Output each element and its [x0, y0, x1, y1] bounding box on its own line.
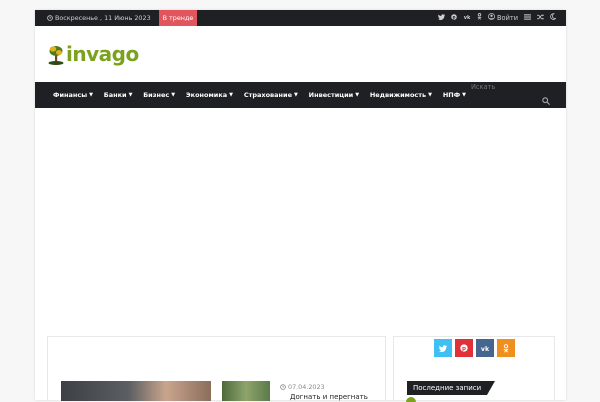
- nav-item-business[interactable]: Бизнес ▼: [138, 91, 181, 99]
- vk-icon: vk: [481, 346, 490, 352]
- top-bar: Воскресенье , 11 Июнь 2023 В тренде p vk…: [35, 10, 566, 26]
- nav-item-label: Бизнес: [143, 91, 170, 99]
- odnoklassniki-icon: [503, 343, 509, 353]
- caret-down-icon: ▼: [128, 92, 133, 98]
- nav-item-insurance[interactable]: Страхование ▼: [238, 91, 303, 99]
- caret-down-icon: ▼: [294, 92, 298, 98]
- nav-item-label: Экономика: [185, 91, 228, 99]
- trending-button[interactable]: В тренде: [158, 10, 198, 26]
- nav-item-label: Банки: [103, 91, 127, 99]
- logo-icon: [48, 46, 64, 65]
- vk-icon[interactable]: vk: [463, 10, 471, 26]
- current-date: Воскресенье , 11 Июнь 2023: [47, 14, 151, 22]
- nav-item-label: Финансы: [53, 91, 88, 99]
- page-frame: Воскресенье , 11 Июнь 2023 В тренде p vk…: [35, 10, 566, 402]
- search-box: [471, 82, 566, 108]
- site-logo[interactable]: invago: [47, 42, 139, 66]
- search-icon[interactable]: [542, 90, 552, 105]
- nav-item-finance[interactable]: Финансы ▼: [35, 91, 98, 99]
- caret-down-icon: ▼: [229, 92, 234, 98]
- nav-item-label: Инвестиции: [308, 91, 354, 99]
- nav-item-investments[interactable]: Инвестиции ▼: [303, 91, 364, 99]
- odnoklassniki-button[interactable]: [497, 339, 515, 357]
- caret-down-icon: ▼: [428, 92, 433, 98]
- svg-text:vk: vk: [464, 15, 471, 20]
- nav-item-label: НПФ: [442, 91, 461, 99]
- date-text: Воскресенье , 11 Июнь 2023: [55, 14, 151, 22]
- sidebar: p vk Последние записи: [393, 336, 555, 402]
- main-nav: Финансы ▼ Банки ▼ Бизнес ▼ Экономика ▼ Страх…: [35, 82, 566, 108]
- twitter-button[interactable]: [434, 339, 452, 357]
- login-link[interactable]: Войти: [487, 10, 518, 26]
- svg-text:vk: vk: [481, 346, 490, 352]
- site-header: invago: [35, 26, 566, 82]
- nav-item-economy[interactable]: Экономика ▼: [181, 91, 239, 99]
- caret-down-icon: ▼: [171, 92, 176, 98]
- svg-text:p: p: [462, 346, 466, 352]
- pinterest-icon[interactable]: p: [451, 10, 457, 26]
- shuffle-icon[interactable]: [537, 10, 544, 26]
- clock-icon: [47, 15, 53, 21]
- latest-posts-heading: Последние записи: [407, 381, 496, 395]
- post-date-text: 07.04.2023: [288, 383, 325, 391]
- twitter-icon: [439, 344, 447, 352]
- clock-icon: [280, 384, 286, 390]
- search-input[interactable]: [471, 82, 551, 92]
- post-thumbnail-small[interactable]: [222, 381, 270, 401]
- moon-icon[interactable]: [550, 10, 557, 26]
- svg-text:p: p: [452, 15, 455, 20]
- vk-button[interactable]: vk: [476, 339, 494, 357]
- login-label: Войти: [497, 14, 518, 22]
- post-date: 07.04.2023: [280, 383, 325, 391]
- pinterest-button[interactable]: p: [455, 339, 473, 357]
- nav-item-label: Недвижимость: [369, 91, 427, 99]
- user-icon: [487, 13, 495, 20]
- odnoklassniki-icon[interactable]: [477, 10, 482, 26]
- nav-item-banks[interactable]: Банки ▼: [98, 91, 137, 99]
- caret-down-icon: ▼: [355, 92, 360, 98]
- main-content-box: 07.04.2023 Догнать и перегнать: [47, 336, 386, 401]
- menu-icon[interactable]: [524, 10, 531, 26]
- twitter-icon[interactable]: [437, 10, 445, 26]
- caret-down-icon: ▼: [89, 92, 93, 98]
- caret-down-icon: ▼: [462, 92, 466, 98]
- social-buttons: p vk: [434, 339, 515, 357]
- nav-item-npf[interactable]: НПФ ▼: [437, 91, 471, 99]
- pinterest-icon: p: [460, 344, 468, 352]
- logo-text: invago: [66, 42, 139, 66]
- nav-item-label: Страхование: [243, 91, 293, 99]
- top-bar-actions: p vk Войти: [437, 10, 557, 26]
- post-thumbnail-large[interactable]: [61, 381, 211, 401]
- nav-item-realty[interactable]: Недвижимость ▼: [364, 91, 437, 99]
